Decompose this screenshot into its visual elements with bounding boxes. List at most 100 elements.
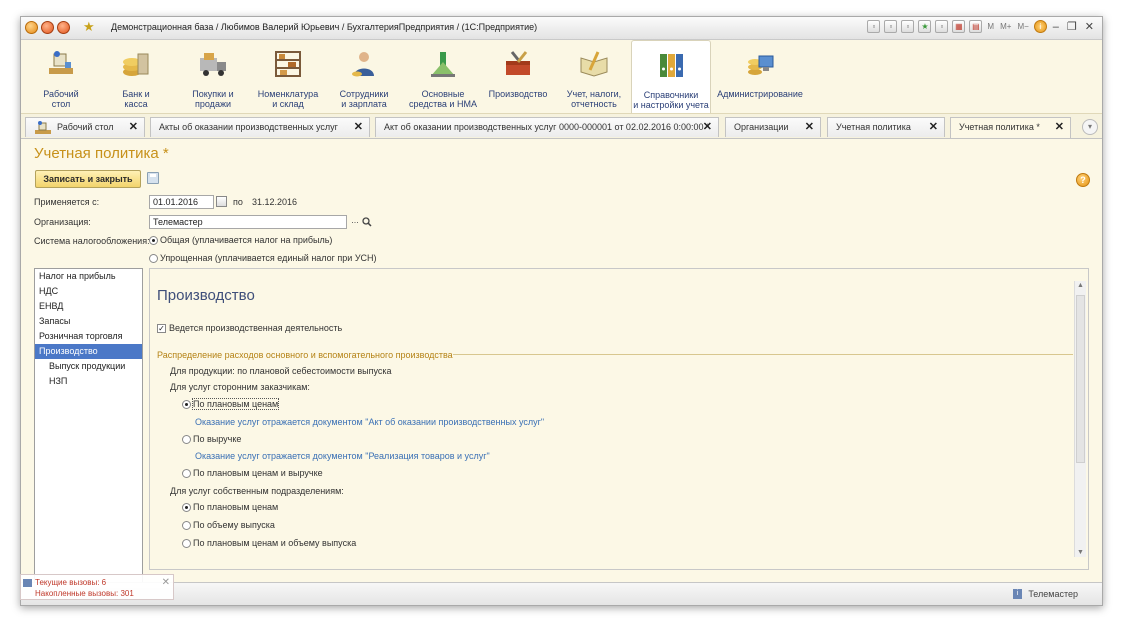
- calculator-icon[interactable]: ▦: [952, 20, 966, 33]
- section-employees-salary[interactable]: Сотрудники и зарплата: [333, 40, 395, 113]
- section-accounting-taxes[interactable]: Учет, налоги, отчетность: [560, 40, 628, 113]
- third-party-label: Для услуг сторонним заказчикам:: [170, 382, 310, 392]
- scroll-thumb[interactable]: [1076, 295, 1085, 463]
- minimize-icon[interactable]: –: [1051, 21, 1061, 33]
- tab-act-document[interactable]: Акт об оказании производственных услуг 0…: [375, 117, 719, 137]
- save-and-close-button[interactable]: Записать и закрыть: [35, 170, 141, 188]
- planned-prices-radio[interactable]: По плановым ценам: [182, 398, 280, 410]
- section-production[interactable]: Производство: [486, 40, 550, 113]
- memory-button[interactable]: M: [986, 22, 995, 31]
- status-user: Телемастер: [1028, 589, 1078, 599]
- hint-act: Оказание услуг отражается документом "Ак…: [195, 417, 545, 427]
- main-window: ★ Демонстрационная база / Любимов Валери…: [20, 16, 1103, 606]
- section-references-settings[interactable]: Справочники и настройки учета: [631, 40, 711, 113]
- close-icon[interactable]: ✕: [1055, 118, 1064, 137]
- close-icon[interactable]: ✕: [354, 118, 363, 137]
- list-item-retail[interactable]: Розничная торговля: [35, 329, 142, 344]
- list-item-vat[interactable]: НДС: [35, 284, 142, 299]
- link-icon[interactable]: ▫: [867, 20, 881, 33]
- radio-icon: [182, 539, 191, 549]
- restore-icon[interactable]: ❐: [1065, 20, 1079, 33]
- coins-icon: [123, 53, 149, 76]
- truck-icon: [200, 53, 226, 76]
- own-units-label: Для услуг собственным подразделениям:: [170, 486, 344, 496]
- employee-icon: [352, 52, 374, 77]
- calls-popup: Текущие вызовы: 6 Накопленные вызовы: 30…: [20, 574, 174, 600]
- section-administration[interactable]: Администрирование: [714, 40, 806, 113]
- tab-acts-list[interactable]: Акты об оказании производственных услуг …: [150, 117, 370, 137]
- sections-list: Налог на прибыль НДС ЕНВД Запасы Розничн…: [34, 268, 143, 592]
- close-icon[interactable]: ✕: [929, 118, 938, 137]
- section-bank-cash[interactable]: Банк и касса: [106, 40, 166, 113]
- tax-simplified-radio[interactable]: Упрощенная (уплачивается единый налог пр…: [149, 253, 377, 264]
- radio-icon: [182, 503, 191, 513]
- section-purchases-sales[interactable]: Покупки и продажи: [183, 40, 243, 113]
- close-icon[interactable]: ✕: [129, 118, 138, 137]
- favorites-star-icon[interactable]: ★: [83, 19, 95, 35]
- preview-icon[interactable]: ▫: [901, 20, 915, 33]
- calendar-icon[interactable]: ▤: [969, 20, 983, 33]
- sections-panel: Рабочий стол Банк и касса Покупки и прод…: [21, 40, 1102, 114]
- list-item-production[interactable]: Производство: [35, 344, 142, 359]
- accumulated-calls: Накопленные вызовы: 301: [35, 589, 134, 598]
- save-icon[interactable]: [147, 172, 159, 184]
- list-item-profit-tax[interactable]: Налог на прибыль: [35, 269, 142, 284]
- memory-minus-button[interactable]: M−: [1016, 22, 1029, 31]
- forward-icon[interactable]: [57, 21, 70, 34]
- panel-heading: Производство: [157, 287, 255, 304]
- section-desktop[interactable]: Рабочий стол: [33, 40, 89, 113]
- list-item-wip[interactable]: НЗП: [35, 374, 142, 389]
- list-item-envd[interactable]: ЕНВД: [35, 299, 142, 314]
- radio-icon: [182, 469, 191, 479]
- own-volume-radio[interactable]: По объему выпуска: [182, 520, 275, 531]
- search-icon[interactable]: [362, 217, 372, 227]
- tab-accounting-policy-active[interactable]: Учетная политика * ✕: [950, 117, 1071, 138]
- close-icon[interactable]: ✕: [1083, 20, 1096, 33]
- radio-icon: [182, 435, 191, 445]
- group-title: Распределение расходов основного и вспом…: [157, 350, 453, 360]
- scroll-down-icon[interactable]: ▼: [1077, 549, 1084, 556]
- list-item-inventory[interactable]: Запасы: [35, 314, 142, 329]
- checkbox-icon: ✓: [157, 324, 166, 334]
- history-icon[interactable]: ▫: [935, 20, 949, 33]
- close-icon[interactable]: ✕: [162, 577, 170, 588]
- print-icon[interactable]: ▫: [884, 20, 898, 33]
- hint-sale: Оказание услуг отражается документом "Ре…: [195, 451, 490, 461]
- select-button[interactable]: ...: [348, 215, 362, 229]
- app-menu-icon[interactable]: [25, 21, 38, 34]
- tax-general-radio[interactable]: Общая (уплачивается налог на прибыль): [149, 235, 332, 246]
- radio-icon: [149, 254, 158, 264]
- memory-plus-button[interactable]: M+: [999, 22, 1012, 31]
- list-item-product-output[interactable]: Выпуск продукции: [35, 359, 142, 374]
- tab-organizations[interactable]: Организации ✕: [725, 117, 821, 137]
- tab-desktop[interactable]: Рабочий стол ✕: [25, 117, 145, 137]
- calendar-icon[interactable]: [216, 196, 227, 207]
- date-to-value: 31.12.2016: [252, 197, 298, 207]
- applies-from-label: Применяется с:: [34, 197, 100, 207]
- fixed-assets-icon: [431, 52, 455, 77]
- radio-icon: [182, 400, 191, 410]
- production-panel: Производство ✓ Ведется производственная д…: [149, 268, 1089, 570]
- close-icon[interactable]: ✕: [703, 118, 712, 137]
- tab-accounting-policy[interactable]: Учетная политика ✕: [827, 117, 945, 137]
- own-planned-radio[interactable]: По плановым ценам: [182, 502, 278, 513]
- production-activity-checkbox[interactable]: ✓ Ведется производственная деятельность: [157, 323, 342, 334]
- window-title: Демонстрационная база / Любимов Валерий …: [111, 22, 538, 32]
- panel-scrollbar[interactable]: ▲ ▼: [1074, 281, 1086, 557]
- info-icon[interactable]: i: [1033, 20, 1047, 33]
- favorite-add-icon[interactable]: ★: [918, 20, 932, 33]
- scroll-up-icon[interactable]: ▲: [1077, 282, 1084, 289]
- date-from-input[interactable]: 01.01.2016: [149, 195, 214, 209]
- own-planned-volume-radio[interactable]: По плановым ценам и объему выпуска: [182, 538, 356, 549]
- toolbox-icon: [506, 51, 530, 75]
- organization-input[interactable]: Телемастер: [149, 215, 347, 229]
- revenue-radio[interactable]: По выручке: [182, 434, 241, 445]
- close-icon[interactable]: ✕: [805, 118, 814, 137]
- tabs-menu-icon[interactable]: ▾: [1082, 119, 1098, 135]
- help-icon[interactable]: ?: [1076, 173, 1090, 187]
- planned-revenue-radio[interactable]: По плановым ценам и выручке: [182, 468, 323, 479]
- to-label: по: [233, 197, 243, 207]
- section-fixed-assets[interactable]: Основные средства и НМА: [404, 40, 482, 113]
- back-icon[interactable]: [41, 21, 54, 34]
- section-nomenclature-warehouse[interactable]: Номенклатура и склад: [254, 40, 322, 113]
